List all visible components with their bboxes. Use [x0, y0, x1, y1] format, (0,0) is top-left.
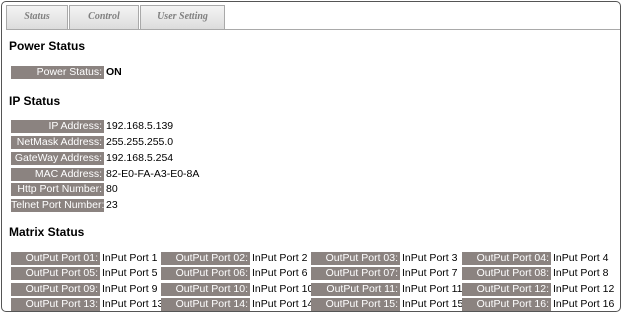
power-status-heading: Power Status	[9, 39, 86, 53]
mac-address-label: MAC Address:	[11, 168, 104, 181]
output-port-label: OutPut Port 03:	[311, 252, 400, 265]
gateway-value: 192.168.5.254	[106, 152, 174, 164]
input-port-value: InPut Port 9	[102, 283, 158, 295]
output-port-label: OutPut Port 10:	[161, 283, 250, 296]
output-port-label: OutPut Port 16:	[462, 298, 551, 311]
matrix-status-heading: Matrix Status	[9, 225, 85, 239]
status-panel: Status Control User Setting Power Status…	[1, 1, 621, 312]
tab-bar: Status Control User Setting	[6, 5, 226, 29]
input-port-value: InPut Port 8	[553, 267, 609, 279]
input-port-value: InPut Port 10	[252, 283, 314, 295]
output-port-label: OutPut Port 06:	[161, 267, 250, 280]
gateway-label: GateWay Address:	[11, 152, 104, 165]
input-port-value: InPut Port 11	[402, 283, 463, 295]
telnet-port-label: Telnet Port Number:	[11, 199, 105, 212]
input-port-value: InPut Port 15	[402, 298, 464, 310]
ip-status-heading: IP Status	[9, 94, 61, 108]
output-port-label: OutPut Port 01:	[11, 252, 100, 265]
output-port-label: OutPut Port 15:	[311, 298, 400, 311]
input-port-value: InPut Port 14	[252, 298, 314, 310]
power-status-value: ON	[106, 66, 122, 78]
http-port-value: 80	[106, 183, 118, 195]
input-port-value: InPut Port 12	[553, 283, 615, 295]
netmask-label: NetMask Address:	[11, 136, 104, 149]
input-port-value: InPut Port 1	[102, 252, 158, 264]
http-port-label: Http Port Number:	[11, 183, 104, 196]
output-port-label: OutPut Port 05:	[11, 267, 100, 280]
power-status-label: Power Status:	[11, 66, 104, 79]
output-port-label: OutPut Port 04:	[462, 252, 551, 265]
input-port-value: InPut Port 7	[402, 267, 458, 279]
output-port-label: OutPut Port 13:	[11, 298, 100, 311]
input-port-value: InPut Port 2	[252, 252, 308, 264]
output-port-label: OutPut Port 12:	[462, 283, 551, 296]
output-port-label: OutPut Port 09:	[11, 283, 100, 296]
tab-control[interactable]: Control	[69, 5, 139, 29]
output-port-label: OutPut Port 07:	[311, 267, 400, 280]
input-port-value: InPut Port 5	[102, 267, 158, 279]
input-port-value: InPut Port 3	[402, 252, 458, 264]
input-port-value: InPut Port 6	[252, 267, 308, 279]
input-port-value: InPut Port 13	[102, 298, 164, 310]
tab-user-setting[interactable]: User Setting	[140, 5, 225, 29]
output-port-label: OutPut Port 08:	[462, 267, 551, 280]
input-port-value: InPut Port 4	[553, 252, 609, 264]
tab-status[interactable]: Status	[6, 5, 68, 29]
telnet-port-value: 23	[106, 199, 118, 211]
ip-address-value: 192.168.5.139	[106, 120, 174, 132]
output-port-label: OutPut Port 02:	[161, 252, 250, 265]
input-port-value: InPut Port 16	[553, 298, 615, 310]
tab-divider	[6, 29, 620, 30]
netmask-value: 255.255.255.0	[106, 136, 174, 148]
ip-address-label: IP Address:	[11, 120, 104, 133]
output-port-label: OutPut Port 14:	[161, 298, 250, 311]
output-port-label: OutPut Port 11:	[311, 283, 400, 296]
mac-address-value: 82-E0-FA-A3-E0-8A	[106, 168, 200, 180]
